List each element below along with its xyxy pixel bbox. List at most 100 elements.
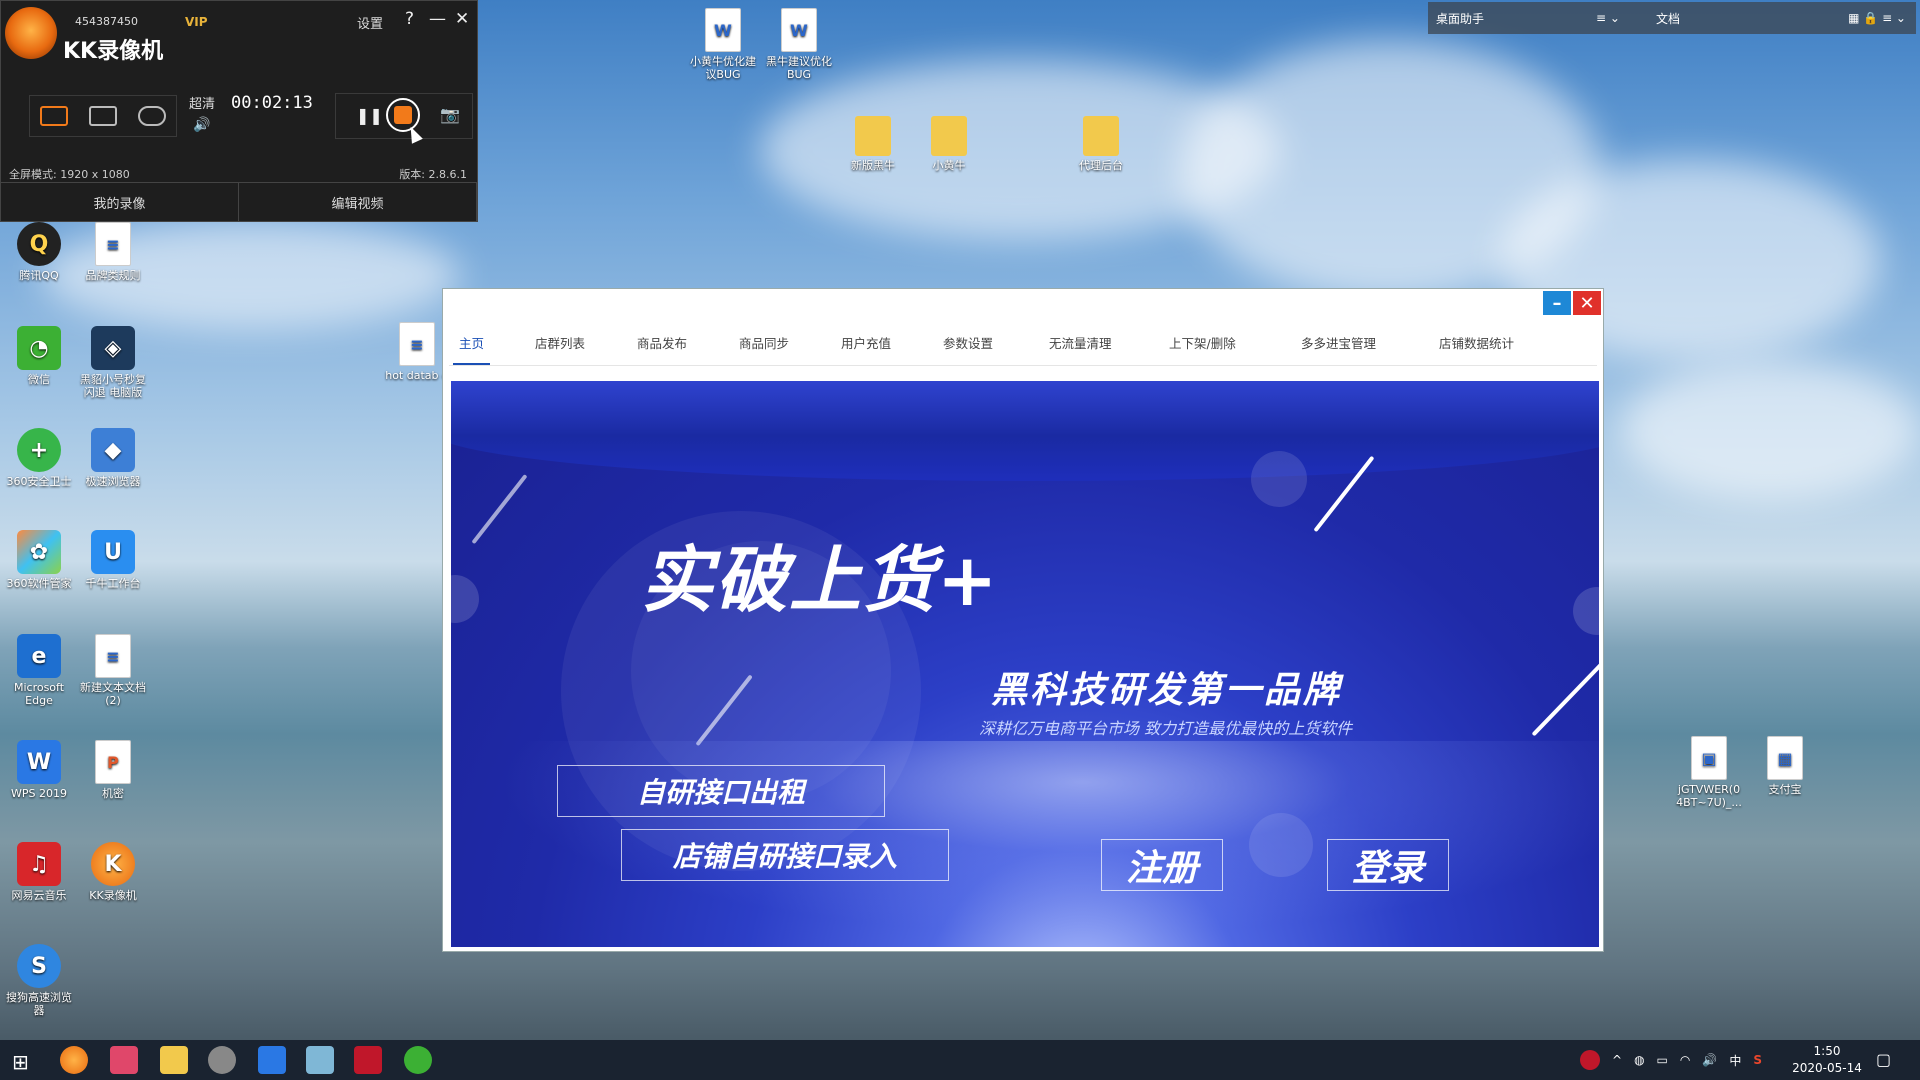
desktop-icon-secret[interactable]: P 机密 [76,740,150,800]
quality-selector[interactable]: 超清 [189,93,215,112]
screenshot-camera-icon[interactable]: 📷 [440,105,460,124]
account-number[interactable]: 454387450 [75,15,138,28]
notification-center-icon[interactable]: ▢ [1876,1050,1891,1069]
desktop-icon-heiniu-bug[interactable]: W 黑牛建议优化BUG [762,8,836,81]
desktop-icon-netease-music[interactable]: ♫ 网易云音乐 [2,842,76,902]
banner-brand-slogan: 黑科技研发第一品牌 [991,670,1343,711]
banner-deco-line [471,473,528,545]
desktop-icon-new-heiniu[interactable]: 新版黑牛 [836,116,910,172]
banner-title: 实破上货+ [641,538,1000,622]
edge-browser-icon: e [17,634,61,678]
desktop-icon-image-file[interactable]: ▣ jGTVWER(0 4BT~7U)_... [1672,736,1746,809]
tab-product-publish[interactable]: 商品发布 [637,325,687,363]
tab-product-sync[interactable]: 商品同步 [739,325,789,363]
tray-network-icon[interactable]: ◍ [1634,1053,1644,1067]
close-button[interactable]: ✕ [455,9,469,29]
wechat-icon: ◔ [17,326,61,370]
text-document-icon: ≡ [399,322,435,366]
word-document-icon: W [705,8,741,52]
tray-ime-indicator[interactable]: 中 [1729,1052,1741,1069]
text-document-icon: ≡ [95,222,131,266]
windows-start-icon[interactable]: ⊞ [12,1050,29,1074]
desktop-icon-label: jGTVWER(0 4BT~7U)_... [1676,783,1742,809]
edit-video-tab[interactable]: 编辑视频 [239,183,477,221]
taskbar-wechat-icon[interactable] [404,1046,432,1074]
taskbar-wps-icon[interactable] [258,1046,286,1074]
desktop-icon-xhn-bug[interactable]: W 小黄牛优化建议BUG [686,8,760,81]
taskbar-app-red-icon[interactable] [354,1046,382,1074]
window-minimize-button[interactable]: – [1543,291,1571,315]
desktop-icon-agent-backend[interactable]: 代理后台 [1064,116,1138,172]
volume-icon[interactable]: 🔊 [193,117,210,133]
desktop-icon-wps[interactable]: W WPS 2019 [2,740,76,800]
desktop-icon-360-manager[interactable]: ✿ 360软件管家 [2,530,76,590]
tab-shop-data-stats[interactable]: 店铺数据统计 [1439,325,1514,363]
kk-recorder-window: 454387450 VIP KK录像机 设置 ? — ✕ 超清 🔊 00:02:… [0,0,478,222]
interface-rental-button[interactable]: 自研接口出租 [557,765,885,817]
desktop-icon-alipay[interactable]: ▦ 支付宝 [1748,736,1822,796]
tab-duoduo-jinbao[interactable]: 多多进宝管理 [1301,325,1376,363]
settings-button[interactable]: 设置 [357,13,383,32]
kk-logo-icon [5,7,57,59]
desktop-icon-qq[interactable]: Q 腾讯QQ [2,222,76,282]
desktop-assistant-bar: 桌面助手 ≡ ⌄ 文档 ▦ 🔒 ≡ ⌄ [1428,2,1916,34]
desktop-icon-xiaohuangniu[interactable]: 小黄牛 [912,116,986,172]
banner-deco-line [1531,661,1599,737]
desktop-icon-label: WPS 2019 [11,787,67,800]
taskbar-clock[interactable]: 1:50 2020-05-14 [1790,1043,1864,1077]
taskbar-file-explorer-icon[interactable] [160,1046,188,1074]
login-button[interactable]: 登录 [1327,839,1449,891]
desktop-icon-edge[interactable]: e Microsoft Edge [2,634,76,707]
tray-wifi-icon[interactable]: ◠ [1680,1053,1690,1067]
stop-icon [394,106,412,124]
taskbar-app-icon[interactable] [110,1046,138,1074]
kk-recorder-icon: K [91,842,135,886]
fullscreen-mode-icon[interactable] [40,106,69,126]
clock-date: 2020-05-14 [1792,1061,1862,1075]
text-document-icon: ≡ [95,634,131,678]
desktop-icon-new-text-doc[interactable]: ≡ 新建文本文档 (2) [76,634,150,707]
tab-user-recharge[interactable]: 用户充值 [841,325,891,363]
register-button[interactable]: 注册 [1101,839,1223,891]
tray-expand-icon[interactable]: ^ [1612,1053,1622,1067]
taskbar-kk-recorder-icon[interactable] [60,1046,88,1074]
tray-app-icon[interactable] [1580,1050,1600,1070]
assistant-label[interactable]: 桌面助手 [1436,10,1596,27]
desktop-icon-label: 新建文本文档 (2) [80,681,146,707]
desktop-icon-label: 网易云音乐 [11,889,67,902]
recorder-tabs: 我的录像 编辑视频 [1,182,477,221]
vip-badge[interactable]: VIP [185,15,208,29]
region-mode-icon[interactable] [88,106,117,126]
desktop-icon-kk-recorder[interactable]: K KK录像机 [76,842,150,902]
pause-icon[interactable]: ❚❚ [356,106,383,125]
taskbar-notepad-icon[interactable] [306,1046,334,1074]
desktop-icon-label: hot datab e [385,369,449,382]
assistant-tools-icon[interactable]: ▦ 🔒 ≡ ⌄ [1848,11,1906,25]
desktop-icon-heidiao[interactable]: ◈ 黑貂小号秒复闪退 电脑版 [76,326,150,399]
tab-home[interactable]: 主页 [453,325,491,365]
assistant-menu-icon[interactable]: ≡ ⌄ [1596,11,1644,25]
window-close-button[interactable]: ✕ [1573,291,1601,315]
desktop-icon-360-safe[interactable]: + 360安全卫士 [2,428,76,488]
game-mode-icon[interactable] [137,106,166,126]
desktop-icon-brand-rules[interactable]: ≡ 品牌类规则 [76,222,150,282]
tab-parameter-settings[interactable]: 参数设置 [943,325,993,363]
doc-label[interactable]: 文档 [1656,10,1816,27]
my-recordings-tab[interactable]: 我的录像 [1,183,239,221]
desktop-icon-qianniu[interactable]: U 千牛工作台 [76,530,150,590]
tray-sogou-ime-icon[interactable]: S [1753,1053,1762,1067]
desktop-icon-sogou[interactable]: S 搜狗高速浏览器 [2,944,76,1017]
tab-shop-group-list[interactable]: 店群列表 [535,325,585,363]
tab-no-traffic-cleanup[interactable]: 无流量清理 [1049,325,1112,363]
desktop-icon-label: KK录像机 [89,889,137,902]
desktop-icon-wechat[interactable]: ◔ 微信 [2,326,76,386]
shop-interface-import-button[interactable]: 店铺自研接口录入 [621,829,949,881]
tray-volume-icon[interactable]: 🔊 [1702,1053,1717,1067]
taskbar-avatar-app-icon[interactable] [208,1046,236,1074]
folder-icon [855,116,891,156]
tab-list-unlist-delete[interactable]: 上下架/删除 [1169,325,1236,363]
desktop-icon-speed-browser[interactable]: ◆ 极速浏览器 [76,428,150,488]
minimize-button[interactable]: — [429,9,446,29]
help-button[interactable]: ? [405,9,414,29]
tray-battery-icon[interactable]: ▭ [1657,1053,1668,1067]
